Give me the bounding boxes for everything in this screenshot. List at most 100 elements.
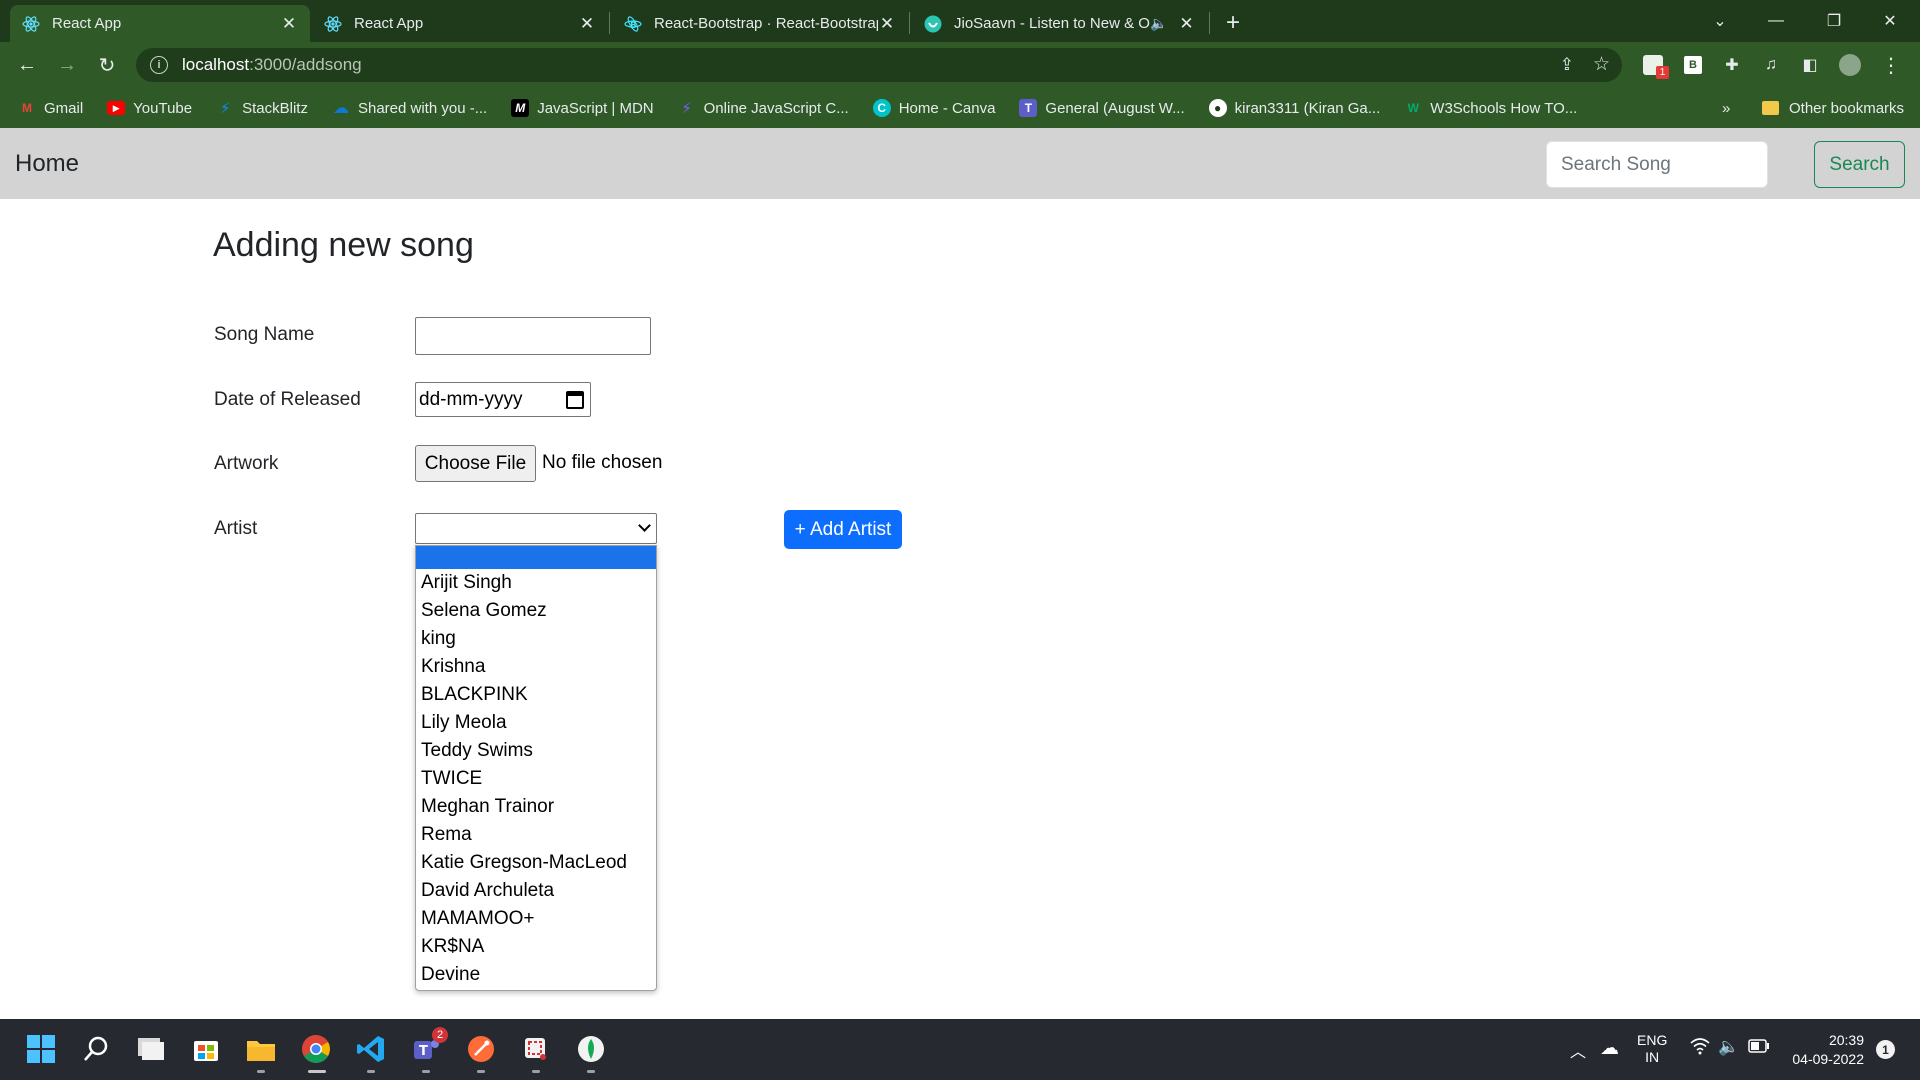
artist-option[interactable]: KR$NA	[416, 933, 656, 961]
side-panel-icon[interactable]: ◧	[1798, 53, 1822, 77]
tab-title: React-Bootstrap · React-Bootstrap	[654, 15, 878, 32]
tab-separator	[609, 12, 610, 34]
bookmark-teams-general[interactable]: T General (August W...	[1019, 99, 1185, 117]
language-indicator[interactable]: ENG IN	[1637, 1032, 1667, 1066]
artist-option[interactable]: Selena Gomez	[416, 597, 656, 625]
bookmark-youtube[interactable]: ▶ YouTube	[107, 100, 192, 117]
tab-jiosaavn[interactable]: JioSaavn - Listen to New & Old 🔈 ✕	[912, 5, 1208, 42]
artist-option[interactable]: Lily Meola	[416, 709, 656, 737]
search-icon[interactable]	[78, 1031, 114, 1067]
close-tab-icon[interactable]: ✕	[878, 14, 896, 33]
minimize-icon[interactable]: —	[1748, 0, 1804, 42]
share-icon[interactable]: ⇪	[1560, 55, 1574, 75]
profile-avatar-icon[interactable]	[1838, 53, 1862, 77]
artist-option[interactable]: BLACKPINK	[416, 681, 656, 709]
artist-select[interactable]	[415, 513, 657, 544]
bookmark-onedrive[interactable]: ☁ Shared with you -...	[332, 99, 487, 118]
postman-icon[interactable]	[463, 1031, 499, 1073]
browser-toolbar: ← → ↻ i localhost:3000/addsong ⇪ ☆ 1 B ✚…	[0, 42, 1920, 88]
media-controls-icon[interactable]: ♫	[1759, 53, 1783, 77]
kebab-menu-icon[interactable]: ⋮	[1879, 53, 1903, 77]
bookmark-gmail[interactable]: M Gmail	[18, 99, 83, 117]
bookmark-mdn[interactable]: M JavaScript | MDN	[511, 99, 654, 117]
bookmarks-overflow-button[interactable]: »	[1722, 88, 1730, 128]
vscode-icon[interactable]	[353, 1031, 389, 1073]
onedrive-cloud-icon[interactable]: ☁	[1600, 1037, 1619, 1060]
notification-count-badge[interactable]: 1	[1876, 1040, 1895, 1059]
bookmark-w3schools[interactable]: W W3Schools How TO...	[1404, 99, 1578, 117]
choose-file-button[interactable]: Choose File	[415, 445, 536, 482]
artist-option[interactable]: MAMAMOO+	[416, 905, 656, 933]
battery-icon[interactable]	[1748, 1039, 1770, 1057]
snipping-tool-icon[interactable]	[518, 1031, 554, 1073]
microsoft-store-icon[interactable]	[188, 1031, 224, 1067]
search-button[interactable]: Search	[1814, 141, 1905, 188]
bookmark-label: Gmail	[44, 99, 84, 117]
close-window-icon[interactable]: ✕	[1862, 0, 1918, 42]
artist-option[interactable]: TWICE	[416, 765, 656, 793]
artist-option[interactable]: Katie Gregson-MacLeod	[416, 849, 656, 877]
artist-option[interactable]: king	[416, 625, 656, 653]
web-page: Home Search Adding new song Song Name Da…	[0, 128, 1920, 1019]
close-tab-icon[interactable]: ✕	[1177, 14, 1195, 33]
new-tab-button[interactable]: +	[1218, 8, 1248, 38]
chevron-down-icon	[638, 519, 651, 532]
bookmark-github[interactable]: ● kiran3311 (Kiran Ga...	[1208, 99, 1380, 117]
back-arrow-icon[interactable]: ←	[11, 49, 43, 81]
address-bar[interactable]: i localhost:3000/addsong ⇪ ☆	[136, 48, 1622, 82]
react-icon	[22, 15, 40, 33]
volume-icon[interactable]: 🔈	[1718, 1037, 1739, 1057]
close-tab-icon[interactable]: ✕	[280, 14, 298, 33]
tab-react-bootstrap[interactable]: B React-Bootstrap · React-Bootstrap ✕	[612, 5, 908, 42]
add-artist-button[interactable]: + Add Artist	[784, 510, 902, 549]
windows-start-icon[interactable]	[23, 1031, 59, 1067]
search-song-input[interactable]	[1546, 141, 1768, 188]
show-hidden-icons-chevron-icon[interactable]: ︿	[1570, 1038, 1586, 1062]
extension-icon[interactable]: 1	[1641, 53, 1669, 79]
artist-option[interactable]: Arijit Singh	[416, 569, 656, 597]
song-name-input[interactable]	[415, 317, 651, 355]
clock[interactable]: 20:39 04-09-2022	[1786, 1031, 1864, 1069]
task-view-icon[interactable]	[133, 1031, 169, 1067]
youtube-icon: ▶	[107, 101, 126, 115]
audio-playing-icon[interactable]: 🔈	[1150, 15, 1167, 32]
restore-icon[interactable]: ❐	[1806, 0, 1862, 42]
wifi-icon[interactable]	[1690, 1037, 1710, 1060]
puzzle-extensions-icon[interactable]: ✚	[1720, 53, 1744, 77]
running-indicator	[367, 1070, 375, 1073]
teams-icon[interactable]: T 2	[408, 1027, 448, 1073]
artist-option[interactable]: Krishna	[416, 653, 656, 681]
reload-icon[interactable]: ↻	[91, 49, 123, 81]
file-explorer-icon[interactable]	[243, 1031, 279, 1073]
bookmark-online-js[interactable]: ⚡ Online JavaScript C...	[678, 99, 848, 118]
date-released-input[interactable]: dd-mm-yyyy	[415, 382, 591, 417]
other-bookmarks[interactable]: Other bookmarks	[1762, 88, 1904, 128]
gmail-icon: M	[22, 101, 32, 115]
bookmark-star-icon[interactable]: ☆	[1593, 53, 1610, 76]
artist-option[interactable]: Rema	[416, 821, 656, 849]
artist-option[interactable]: David Archuleta	[416, 877, 656, 905]
tab-react-app-1[interactable]: React App ✕	[10, 5, 310, 42]
clock-date: 04-09-2022	[1792, 1051, 1864, 1067]
other-bookmarks-label: Other bookmarks	[1789, 99, 1905, 117]
bookmark-label: Home - Canva	[898, 99, 996, 117]
artist-option[interactable]: Meghan Trainor	[416, 793, 656, 821]
tab-react-app-2[interactable]: React App ✕	[312, 5, 608, 42]
bootstrap-extension-icon[interactable]: B	[1681, 53, 1705, 77]
tab-search-chevron-icon[interactable]: ⌄	[1692, 0, 1748, 42]
react-bootstrap-icon: B	[624, 15, 642, 33]
artist-option[interactable]: Devine	[416, 961, 656, 989]
artist-option[interactable]: Teddy Swims	[416, 737, 656, 765]
navbar-brand-home[interactable]: Home	[15, 150, 79, 178]
site-info-icon[interactable]: i	[150, 56, 168, 74]
bookmark-canva[interactable]: C Home - Canva	[872, 99, 996, 117]
date-released-label: Date of Released	[214, 389, 361, 410]
chrome-icon[interactable]	[298, 1031, 334, 1073]
artist-option[interactable]	[416, 546, 656, 569]
tab-title: React App	[52, 15, 122, 32]
forward-arrow-icon[interactable]: →	[51, 49, 83, 81]
mongodb-compass-icon[interactable]	[573, 1031, 609, 1073]
bookmark-stackblitz[interactable]: ⚡ StackBlitz	[216, 99, 308, 118]
calendar-icon[interactable]	[566, 391, 584, 409]
close-tab-icon[interactable]: ✕	[578, 14, 596, 33]
